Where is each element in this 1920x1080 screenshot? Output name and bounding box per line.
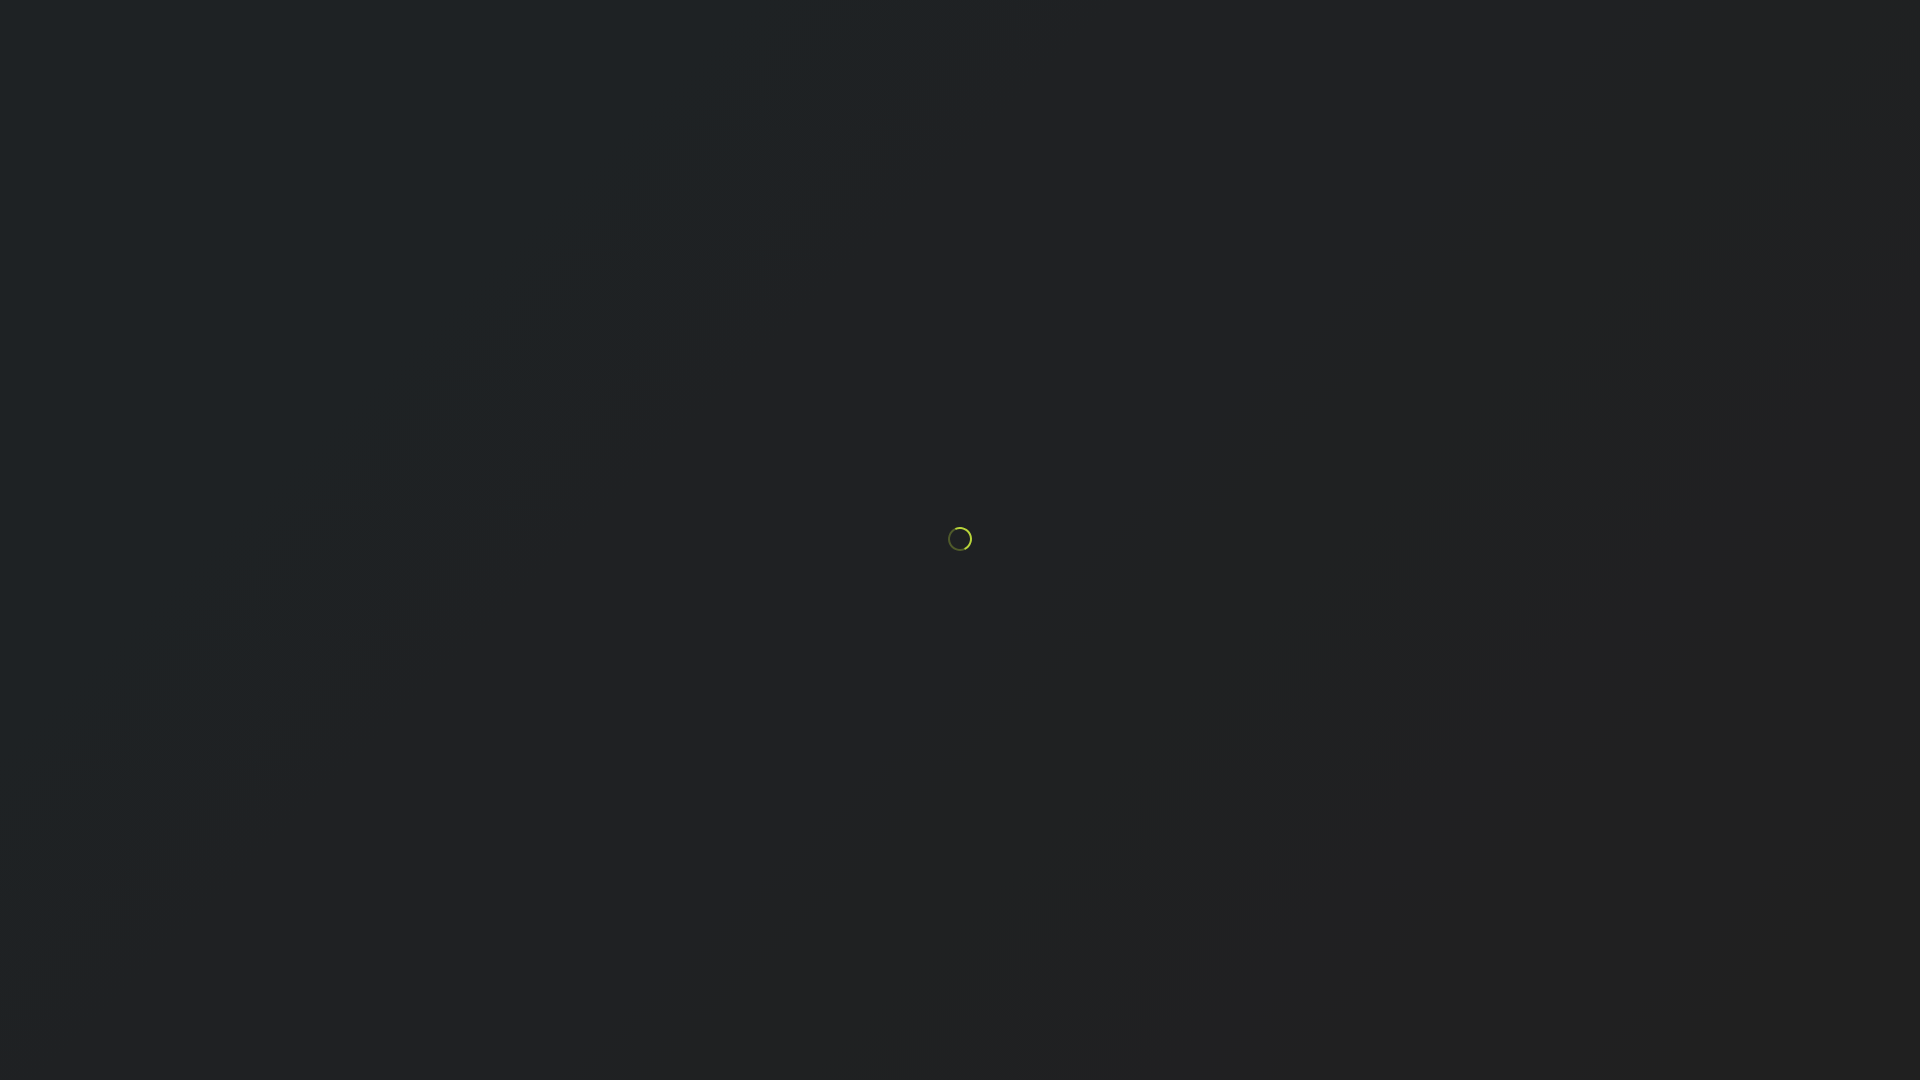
loading-spinner-icon (944, 523, 976, 555)
loading-screen (0, 0, 1920, 1080)
